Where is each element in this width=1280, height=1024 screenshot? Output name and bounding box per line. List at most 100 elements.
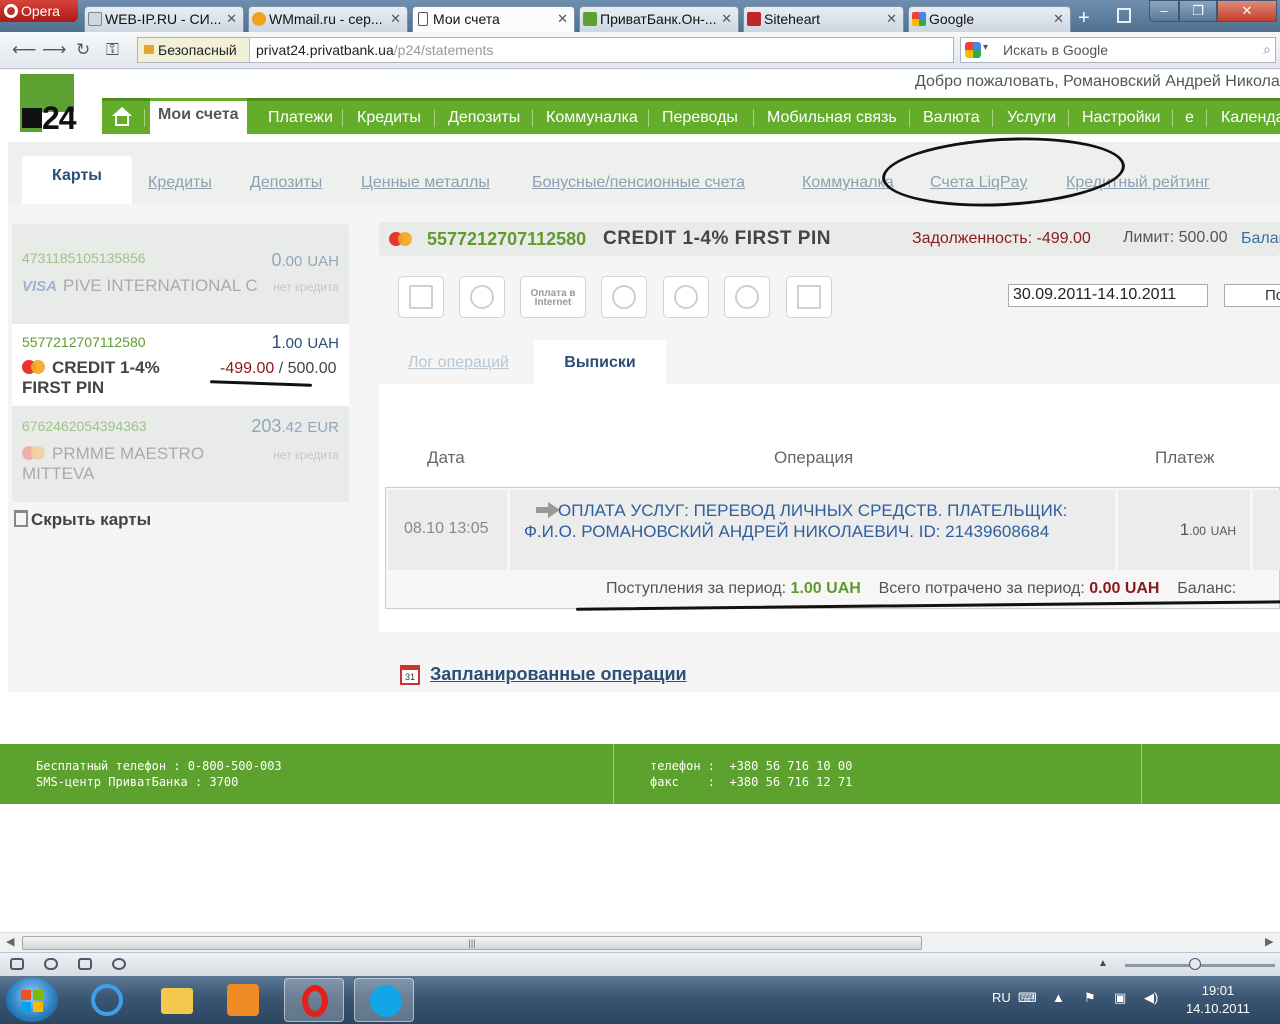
menu-my-accounts[interactable]: Мои счета: [150, 98, 247, 134]
menu-transfers[interactable]: Переводы: [662, 101, 738, 134]
close-icon[interactable]: ✕: [226, 11, 237, 27]
balance-link[interactable]: Балан: [1241, 230, 1280, 248]
tab-siteheart[interactable]: Siteheart ✕: [743, 6, 904, 32]
language-indicator[interactable]: RU: [992, 990, 1011, 1005]
taskbar-skype[interactable]: [354, 978, 414, 1022]
card-balance: 203.42 EUR: [251, 416, 339, 436]
chevron-down-icon[interactable]: ▾: [983, 42, 988, 53]
address-toolbar: ⟵ ⟶ ↻ ⚿ Безопасный privat24.privatbank.u…: [0, 32, 1280, 69]
tab-privatbank[interactable]: ПриватБанк.Он-... ✕: [579, 6, 739, 32]
submenu-metals[interactable]: Ценные металлы: [361, 174, 490, 192]
minimize-button[interactable]: –: [1149, 0, 1179, 22]
internet-payment-button[interactable]: Оплата в Internet: [520, 276, 586, 318]
taskbar-opera[interactable]: [284, 978, 344, 1022]
home-button[interactable]: [102, 101, 142, 134]
menu-credits[interactable]: Кредиты: [357, 101, 421, 134]
card-balance: 1.00 UAH: [271, 332, 339, 352]
card-item[interactable]: 4731185105135856 0.00 UAH VISA PIVE INTER…: [12, 224, 349, 304]
turbo-icon[interactable]: [78, 958, 92, 970]
back-icon[interactable]: ⟵: [12, 40, 36, 60]
submenu-utilities[interactable]: Коммуналка: [802, 174, 894, 192]
scrollbar-thumb[interactable]: |||: [22, 936, 922, 950]
zoom-slider-knob[interactable]: [1189, 958, 1201, 970]
menu-utilities[interactable]: Коммуналка: [546, 101, 638, 134]
hide-cards-link[interactable]: Скрыть карты: [14, 510, 151, 530]
secure-badge[interactable]: Безопасный: [138, 38, 250, 62]
tab-google[interactable]: Google ✕: [908, 6, 1071, 32]
key-icon[interactable]: ⚿: [106, 40, 119, 60]
taskbar-ie[interactable]: [76, 978, 136, 1022]
refresh-button[interactable]: [459, 276, 505, 318]
facebook-icon: [797, 285, 821, 309]
close-icon[interactable]: ✕: [390, 11, 401, 27]
chart-button[interactable]: [724, 276, 770, 318]
facebook-button[interactable]: [786, 276, 832, 318]
tab-wmmail[interactable]: WMmail.ru - сер... ✕: [248, 6, 408, 32]
forward-icon[interactable]: ⟶: [42, 40, 66, 60]
period-input[interactable]: 30.09.2011-14.10.2011: [1008, 284, 1208, 307]
period-submit-button[interactable]: По: [1224, 284, 1280, 307]
credit-note: нет кредита: [273, 280, 339, 294]
panel-toggle-icon[interactable]: [10, 958, 24, 970]
submenu-credits[interactable]: Кредиты: [148, 174, 212, 192]
url-path: /p24/statements: [393, 42, 494, 58]
scroll-left-icon[interactable]: ◀: [6, 935, 14, 948]
menu-mobile[interactable]: Мобильная связь: [767, 101, 897, 134]
submenu-deposits[interactable]: Депозиты: [250, 174, 322, 192]
close-icon[interactable]: ✕: [886, 11, 897, 27]
column-header-date: Дата: [427, 448, 465, 467]
cloud-icon[interactable]: [44, 958, 58, 970]
taskbar-explorer[interactable]: [146, 978, 206, 1022]
taskbar-media[interactable]: [212, 978, 272, 1022]
search-icon[interactable]: ⌕: [1263, 41, 1271, 58]
submenu-cards[interactable]: Карты: [22, 156, 132, 204]
tab-my-accounts[interactable]: Мои счета ✕: [412, 6, 575, 32]
card-item[interactable]: 6762462054394363 203.42 EUR PRMME MAESTR…: [12, 410, 349, 496]
volume-icon[interactable]: ◀): [1144, 990, 1158, 1006]
table-row[interactable]: 08.10 13:05 ОПЛАТА УСЛУГ: ПЕРЕВОД ЛИЧНЫХ…: [385, 487, 1280, 611]
menu-services[interactable]: Услуги: [1007, 101, 1056, 134]
tab-statements[interactable]: Выписки: [534, 340, 666, 384]
scroll-right-icon[interactable]: ▶: [1265, 935, 1273, 948]
new-tab-icon[interactable]: +: [1078, 7, 1090, 30]
tab-web-ip[interactable]: WEB-IP.RU - СИ... ✕: [84, 6, 244, 32]
start-button[interactable]: [6, 978, 58, 1022]
piggy-bank-button[interactable]: [601, 276, 647, 318]
piggy-bank-icon: [612, 285, 636, 309]
close-window-button[interactable]: ✕: [1217, 0, 1277, 22]
column-header-operation: Операция: [774, 448, 854, 467]
menu-deposits[interactable]: Депозиты: [448, 101, 520, 134]
flag-icon[interactable]: ⚑: [1084, 990, 1096, 1006]
menu-e[interactable]: e: [1185, 101, 1194, 134]
speed-dial-icon[interactable]: [112, 958, 126, 970]
search-field[interactable]: ▾ Искать в Google ⌕: [960, 37, 1276, 63]
operation-description: ОПЛАТА УСЛУГ: ПЕРЕВОД ЛИЧНЫХ СРЕДСТВ. ПЛ…: [524, 501, 1068, 541]
submenu-bonus[interactable]: Бонусные/пенсионные счета: [532, 174, 745, 192]
horizontal-scrollbar[interactable]: ◀ ||| ▶: [0, 932, 1280, 952]
privat24-logo[interactable]: 24: [20, 74, 84, 136]
zoom-up-icon[interactable]: ▲: [1098, 958, 1108, 969]
card-item-selected[interactable]: 5577212707112580 1.00 UAH CREDIT 1-4% FI…: [12, 324, 349, 406]
planned-operations-link[interactable]: Запланированные операции: [430, 664, 687, 685]
clock[interactable]: 19:01 14.10.2011: [1178, 982, 1258, 1018]
money-bag-button[interactable]: [663, 276, 709, 318]
opera-menu-button[interactable]: Opera: [0, 0, 78, 22]
network-icon[interactable]: ▣: [1114, 990, 1126, 1006]
url-field[interactable]: Безопасный privat24.privatbank.ua/p24/st…: [137, 37, 954, 63]
menu-settings[interactable]: Настройки: [1082, 101, 1160, 134]
close-icon[interactable]: ✕: [721, 11, 732, 27]
tray-expand-icon[interactable]: ▲: [1052, 990, 1065, 1005]
tab-operations-log[interactable]: Лог операций: [408, 354, 509, 372]
menu-payments[interactable]: Платежи: [268, 101, 333, 134]
keyboard-icon[interactable]: ⌨: [1018, 990, 1037, 1006]
credit-limit: Лимит: 500.00: [1123, 229, 1228, 246]
maximize-button[interactable]: ❐: [1179, 0, 1217, 22]
reload-icon[interactable]: ↻: [76, 40, 90, 60]
excel-export-button[interactable]: [398, 276, 444, 318]
card-number: 5577212707112580: [22, 334, 146, 350]
close-icon[interactable]: ✕: [1053, 11, 1064, 27]
menu-calendar[interactable]: Календа: [1221, 101, 1280, 134]
menu-currency[interactable]: Валюта: [923, 101, 980, 134]
close-icon[interactable]: ✕: [557, 11, 568, 27]
trash-icon[interactable]: [1117, 8, 1131, 23]
